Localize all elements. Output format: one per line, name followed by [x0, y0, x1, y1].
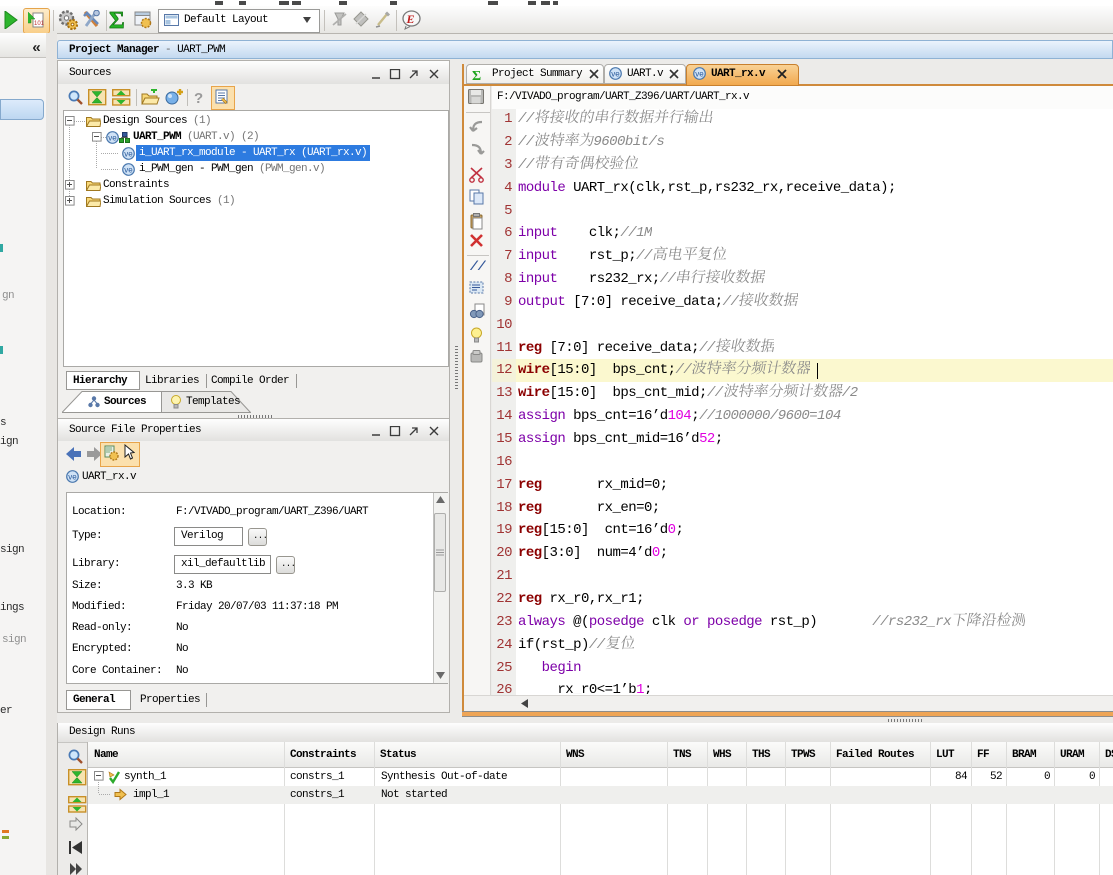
svg-text:?: ? [194, 90, 203, 106]
svg-text:ve: ve [68, 473, 77, 482]
svg-text:E: E [406, 12, 415, 26]
svg-text:ve: ve [611, 70, 620, 79]
svg-text:ve: ve [108, 134, 117, 143]
svg-text:ve: ve [124, 166, 133, 175]
svg-text:ve: ve [124, 150, 133, 159]
svg-text:101: 101 [34, 21, 44, 27]
svg-text://: // [469, 259, 486, 274]
svg-text:ve: ve [695, 70, 704, 79]
svg-text:Σ: Σ [472, 69, 481, 82]
svg-text:Σ: Σ [109, 8, 125, 33]
